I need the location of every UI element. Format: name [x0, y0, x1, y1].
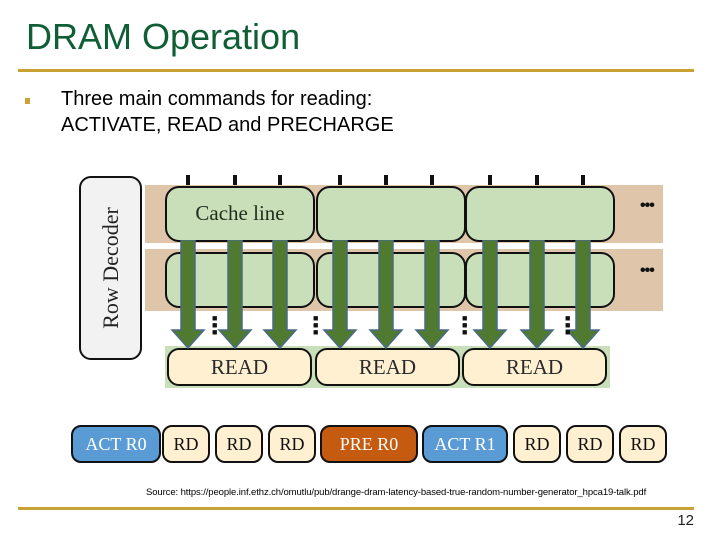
down-arrow-icon [322, 240, 358, 350]
command-read: RD [513, 425, 561, 463]
command-activate: ACT R1 [422, 425, 508, 463]
bitline-tick [430, 175, 434, 185]
read-buffer: READ [462, 348, 607, 386]
bullet-icon [25, 98, 30, 104]
down-arrow-icon [368, 240, 404, 350]
read-buffer: READ [315, 348, 460, 386]
cache-line-cell [465, 186, 615, 242]
bitline-tick [338, 175, 342, 185]
command-activate: ACT R0 [71, 425, 161, 463]
down-arrow-icon [414, 240, 450, 350]
command-read: RD [619, 425, 667, 463]
row-decoder: Row Decoder [79, 176, 142, 360]
more-columns-icon: ••• [640, 262, 655, 279]
slide-title: DRAM Operation [26, 16, 301, 57]
bullet-text: Three main commands for reading: ACTIVAT… [61, 86, 394, 138]
more-rows-icon: ■ ■ ■ [565, 313, 571, 337]
cache-line-label: Cache line [195, 201, 285, 225]
command-read: RD [268, 425, 316, 463]
down-arrow-icon [472, 240, 508, 350]
down-arrow-icon [565, 240, 601, 350]
cache-line-cell [316, 186, 466, 242]
bitline-tick [233, 175, 237, 185]
command-read: RD [215, 425, 263, 463]
more-rows-icon: ■ ■ ■ [212, 313, 218, 337]
bitline-tick [278, 175, 282, 185]
down-arrow-icon [217, 240, 253, 350]
bitline-tick [488, 175, 492, 185]
cache-line-cell: Cache line [165, 186, 315, 242]
bullet-line-1: Three main commands for reading: [61, 88, 373, 110]
read-buffer: READ [167, 348, 312, 386]
down-arrow-icon [262, 240, 298, 350]
bullet-line-2: ACTIVATE, READ and PRECHARGE [61, 114, 394, 136]
title-divider [18, 69, 694, 72]
bitline-tick [581, 175, 585, 185]
down-arrow-icon [519, 240, 555, 350]
down-arrow-icon [170, 240, 206, 350]
row-decoder-label: Row Decoder [97, 207, 123, 329]
footer-divider [18, 507, 694, 510]
command-read: RD [566, 425, 614, 463]
more-rows-icon: ■ ■ ■ [313, 313, 319, 337]
bitline-tick [535, 175, 539, 185]
bitline-tick [186, 175, 190, 185]
more-columns-icon: ••• [640, 197, 655, 214]
bitline-tick [384, 175, 388, 185]
more-rows-icon: ■ ■ ■ [462, 313, 468, 337]
page-number: 12 [677, 512, 694, 529]
command-precharge: PRE R0 [320, 425, 418, 463]
command-read: RD [162, 425, 210, 463]
source-citation: Source: https://people.inf.ethz.ch/omutl… [146, 487, 647, 498]
